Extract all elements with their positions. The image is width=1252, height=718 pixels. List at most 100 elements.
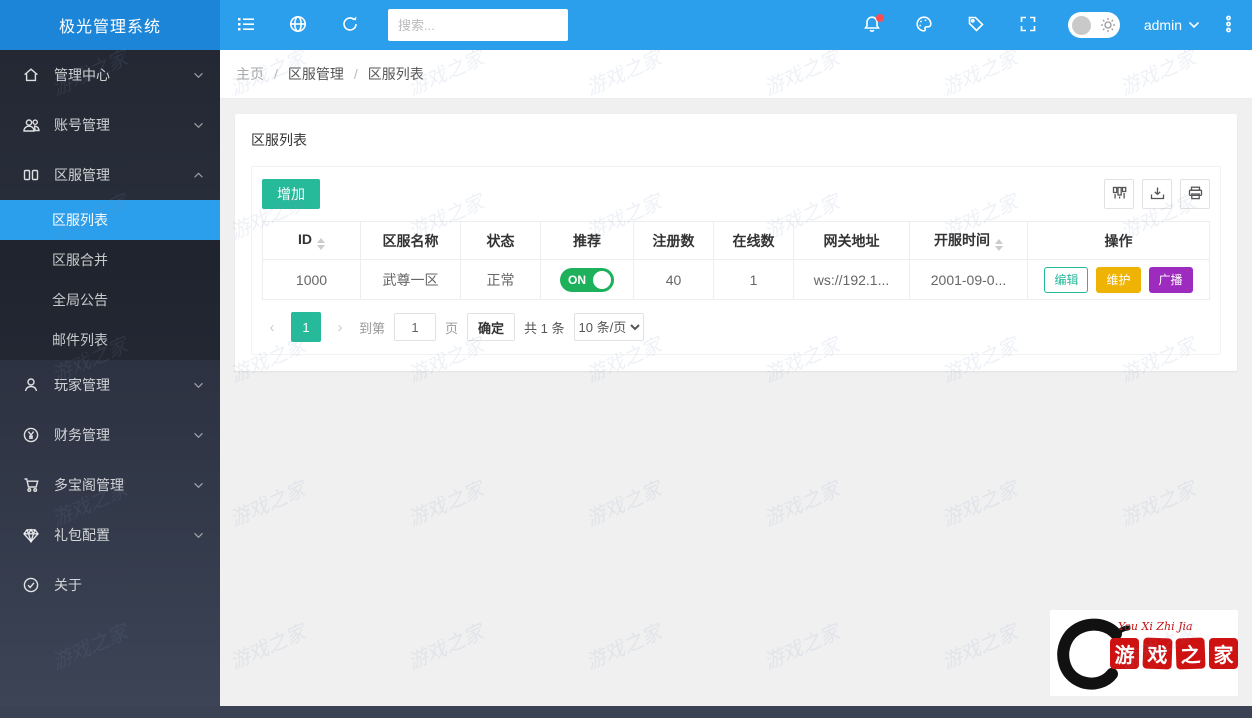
app-title: 极光管理系统 bbox=[0, 0, 220, 50]
sort-icon[interactable] bbox=[317, 238, 325, 250]
columns-icon bbox=[1112, 186, 1127, 203]
seal-char: 戏 bbox=[1142, 637, 1173, 670]
breadcrumb-home[interactable]: 主页 bbox=[236, 64, 264, 84]
sidebar-item-label: 账号管理 bbox=[54, 117, 110, 133]
main-area: 主页 / 区服管理 / 区服列表 区服列表 增加 ID 区服名称 状态 推荐 注… bbox=[220, 50, 1252, 706]
current-page[interactable]: 1 bbox=[291, 312, 321, 342]
add-button[interactable]: 增加 bbox=[262, 179, 320, 209]
sidebar-item-global-notice[interactable]: 全局公告 bbox=[0, 280, 220, 320]
chevron-down-icon bbox=[193, 532, 204, 539]
header-registered: 注册数 bbox=[633, 221, 714, 260]
player-icon bbox=[22, 377, 40, 393]
more-menu-button[interactable] bbox=[1210, 0, 1246, 50]
sidebar-item-admin-center[interactable]: 管理中心 bbox=[0, 50, 220, 100]
hamburger-list-icon bbox=[237, 16, 255, 35]
sidebar-item-server-merge[interactable]: 区服合并 bbox=[0, 240, 220, 280]
sidebar-item-mail-list[interactable]: 邮件列表 bbox=[0, 320, 220, 360]
cell-status: 正常 bbox=[460, 259, 541, 300]
header-actions: 操作 bbox=[1027, 221, 1210, 260]
toggle-knob bbox=[593, 270, 611, 289]
seal-char: 游 bbox=[1110, 638, 1139, 669]
breadcrumb: 主页 / 区服管理 / 区服列表 bbox=[220, 50, 1252, 99]
day-night-toggle[interactable] bbox=[1067, 12, 1120, 38]
table-panel: 增加 ID 区服名称 状态 推荐 注册数 在线数 网关地址 开服时间 操作 10… bbox=[251, 166, 1221, 355]
maintain-button[interactable]: 维护 bbox=[1096, 266, 1141, 293]
refresh-icon bbox=[341, 15, 359, 36]
breadcrumb-servers[interactable]: 区服管理 bbox=[288, 64, 344, 84]
sun-icon bbox=[1100, 17, 1116, 33]
submenu-item-label: 区服合并 bbox=[52, 252, 108, 268]
username: admin bbox=[1143, 17, 1182, 33]
menu-collapse-button[interactable] bbox=[220, 0, 272, 50]
sidebar-item-finance[interactable]: 财务管理 bbox=[0, 410, 220, 460]
next-page-button[interactable]: › bbox=[330, 319, 350, 336]
fullscreen-button[interactable] bbox=[1002, 0, 1054, 50]
servers-submenu: 区服列表 区服合并 全局公告 邮件列表 bbox=[0, 200, 220, 360]
page-number-input[interactable] bbox=[394, 313, 437, 341]
notifications-button[interactable] bbox=[846, 0, 898, 50]
header-status: 状态 bbox=[460, 221, 541, 260]
goto-label: 到第 bbox=[359, 320, 386, 336]
confirm-button[interactable]: 确定 bbox=[467, 313, 516, 341]
site-home-button[interactable] bbox=[272, 0, 324, 50]
breadcrumb-server-list[interactable]: 区服列表 bbox=[368, 64, 424, 84]
sidebar-item-players[interactable]: 玩家管理 bbox=[0, 360, 220, 410]
notification-badge bbox=[875, 14, 884, 22]
chevron-down-icon bbox=[193, 432, 204, 439]
yen-circle-icon bbox=[22, 427, 40, 443]
sidebar-item-treasure-shop[interactable]: 多宝阁管理 bbox=[0, 460, 220, 510]
recommend-toggle[interactable]: ON bbox=[560, 267, 614, 292]
globe-icon bbox=[289, 15, 307, 36]
column-filter-button[interactable] bbox=[1104, 179, 1134, 209]
sidebar-item-label: 礼包配置 bbox=[54, 527, 110, 543]
printer-icon bbox=[1188, 186, 1203, 203]
home-icon bbox=[22, 67, 40, 83]
sidebar-item-server-list[interactable]: 区服列表 bbox=[0, 200, 220, 240]
export-button[interactable] bbox=[1142, 179, 1172, 209]
submenu-item-label: 邮件列表 bbox=[52, 332, 108, 348]
chevron-down-icon bbox=[193, 482, 204, 489]
card-title: 区服列表 bbox=[251, 132, 307, 148]
sidebar-item-servers[interactable]: 区服管理 bbox=[0, 150, 220, 200]
refresh-button[interactable] bbox=[324, 0, 376, 50]
content: 区服列表 增加 ID 区服名称 状态 推荐 注册数 在线数 网关地址 开服时间 … bbox=[220, 99, 1252, 386]
search-input[interactable] bbox=[388, 9, 568, 41]
cell-gateway: ws://192.1... bbox=[793, 259, 910, 300]
prev-page-button[interactable]: ‹ bbox=[262, 319, 282, 336]
sort-icon[interactable] bbox=[995, 239, 1003, 251]
header-online: 在线数 bbox=[713, 221, 794, 260]
chevron-down-icon bbox=[1188, 21, 1200, 29]
total-count: 共 1 条 bbox=[524, 320, 565, 336]
broadcast-button[interactable]: 广播 bbox=[1148, 266, 1193, 293]
sidebar: 管理中心 账号管理 区服管理 区服列表 区服合并 全局公告 邮件列表 玩家管理 … bbox=[0, 50, 220, 706]
tag-button[interactable] bbox=[950, 0, 1002, 50]
logo-seal-row: 游 戏 之 家 bbox=[1110, 637, 1238, 670]
server-list-card: 区服列表 增加 ID 区服名称 状态 推荐 注册数 在线数 网关地址 开服时间 … bbox=[235, 114, 1237, 371]
export-icon bbox=[1150, 186, 1165, 203]
edit-button[interactable]: 编辑 bbox=[1044, 266, 1089, 293]
tag-icon bbox=[967, 15, 985, 36]
sidebar-item-about[interactable]: 关于 bbox=[0, 560, 220, 610]
sidebar-item-label: 区服管理 bbox=[54, 167, 110, 183]
server-table: ID 区服名称 状态 推荐 注册数 在线数 网关地址 开服时间 操作 1000 … bbox=[262, 221, 1210, 300]
header-gateway: 网关地址 bbox=[793, 221, 910, 260]
theme-palette-button[interactable] bbox=[898, 0, 950, 50]
user-menu[interactable]: admin bbox=[1134, 17, 1210, 33]
sidebar-item-accounts[interactable]: 账号管理 bbox=[0, 100, 220, 150]
page-size-select[interactable]: 10 条/页 bbox=[573, 313, 644, 341]
header-id[interactable]: ID bbox=[262, 221, 361, 260]
toggle-knob bbox=[1071, 15, 1091, 35]
sidebar-item-label: 多宝阁管理 bbox=[54, 477, 124, 493]
print-button[interactable] bbox=[1180, 179, 1210, 209]
palette-icon bbox=[915, 15, 933, 36]
users-icon bbox=[22, 118, 40, 133]
header-open-time[interactable]: 开服时间 bbox=[909, 221, 1028, 260]
cell-registered: 40 bbox=[633, 259, 714, 300]
bottom-scrollbar-strip[interactable] bbox=[0, 706, 1252, 718]
yxzj-logo: You Xi Zhi Jia 游 戏 之 家 bbox=[1050, 610, 1238, 696]
submenu-item-label: 区服列表 bbox=[52, 212, 108, 228]
cart-icon bbox=[22, 477, 40, 493]
header-name: 区服名称 bbox=[360, 221, 461, 260]
topbar: 极光管理系统 搜索... admin bbox=[0, 0, 1252, 50]
sidebar-item-gift-config[interactable]: 礼包配置 bbox=[0, 510, 220, 560]
